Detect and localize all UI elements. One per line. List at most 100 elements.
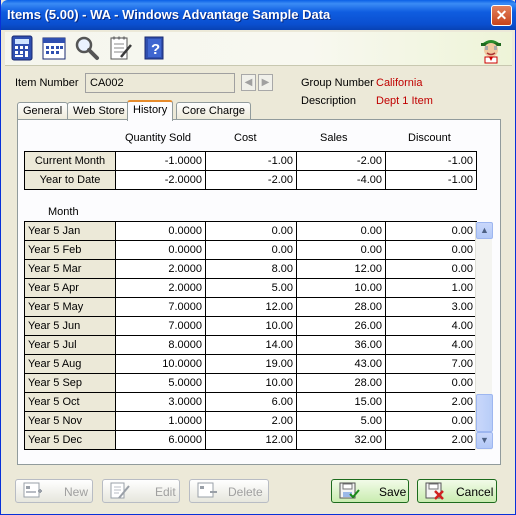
quantity-sold-cell[interactable]: 7.0000 (115, 297, 206, 317)
scroll-up-button[interactable]: ▲ (476, 222, 493, 239)
notepad-icon[interactable] (107, 35, 133, 61)
tab-web-store[interactable]: Web Store (67, 102, 131, 120)
cost-cell[interactable]: 6.00 (205, 392, 297, 412)
column-header-sales: Sales (320, 132, 348, 144)
quantity-sold-cell[interactable]: 0.0000 (115, 240, 206, 260)
scroll-thumb[interactable] (476, 394, 493, 432)
table-row: Current Month -1.0000 -1.00 -2.00 -1.00 (24, 151, 477, 171)
vertical-scrollbar[interactable]: ▲ ▼ (475, 222, 493, 450)
discount-cell[interactable]: -1.00 (385, 170, 477, 190)
cost-cell[interactable]: 10.00 (205, 316, 297, 336)
sales-cell[interactable]: 32.00 (296, 430, 386, 450)
calculator-icon[interactable] (9, 35, 35, 61)
quantity-sold-cell[interactable]: 8.0000 (115, 335, 206, 355)
quantity-sold-cell[interactable]: 2.0000 (115, 259, 206, 279)
sales-cell[interactable]: -2.00 (296, 151, 386, 171)
quantity-sold-cell[interactable]: 0.0000 (115, 221, 206, 241)
row-label: Year 5 Oct (24, 392, 116, 412)
svg-text:?: ? (151, 41, 160, 58)
discount-cell[interactable]: 2.00 (385, 430, 477, 450)
description-value: Dept 1 Item (376, 95, 433, 107)
window-title: Items (5.00) - WA - Windows Advantage Sa… (7, 7, 331, 22)
quantity-sold-cell[interactable]: 5.0000 (115, 373, 206, 393)
discount-cell[interactable]: 0.00 (385, 240, 477, 260)
sales-cell[interactable]: 0.00 (296, 240, 386, 260)
monthly-history-table: Year 5 Jan 0.0000 0.00 0.00 0.00 Year 5 Feb 0.… (24, 221, 477, 450)
discount-cell[interactable]: 2.00 (385, 392, 477, 412)
discount-cell[interactable]: 7.00 (385, 354, 477, 374)
cost-cell[interactable]: -1.00 (205, 151, 297, 171)
next-item-button[interactable]: ▶ (258, 74, 273, 91)
sales-cell[interactable]: 5.00 (296, 411, 386, 431)
tab-general[interactable]: General (17, 102, 69, 120)
cancel-button[interactable]: Cancel (417, 479, 497, 503)
cost-cell[interactable]: 0.00 (205, 240, 297, 260)
save-button[interactable]: Save (331, 479, 409, 503)
discount-cell[interactable]: 0.00 (385, 411, 477, 431)
item-number-field[interactable]: CA002 (85, 73, 235, 93)
row-label: Year 5 Nov (24, 411, 116, 431)
group-number-label: Group Number (301, 77, 374, 89)
table-row: Year 5 Apr 2.0000 5.00 10.00 1.00 (24, 278, 477, 298)
cost-cell[interactable]: -2.00 (205, 170, 297, 190)
sales-cell[interactable]: 36.00 (296, 335, 386, 355)
quantity-sold-cell[interactable]: 10.0000 (115, 354, 206, 374)
quantity-sold-cell[interactable]: -2.0000 (115, 170, 206, 190)
sales-cell[interactable]: 26.00 (296, 316, 386, 336)
save-button-label: Save (379, 485, 407, 499)
quantity-sold-cell[interactable]: 2.0000 (115, 278, 206, 298)
discount-cell[interactable]: 4.00 (385, 335, 477, 355)
new-button[interactable]: New (15, 479, 93, 503)
discount-cell[interactable]: 0.00 (385, 259, 477, 279)
delete-record-icon (197, 482, 217, 498)
table-row: Year 5 Sep 5.0000 10.00 28.00 0.00 (24, 373, 477, 393)
sales-cell[interactable]: 43.00 (296, 354, 386, 374)
tab-core-charge[interactable]: Core Charge (176, 102, 251, 120)
quantity-sold-cell[interactable]: 7.0000 (115, 316, 206, 336)
sales-cell[interactable]: 10.00 (296, 278, 386, 298)
cost-cell[interactable]: 12.00 (205, 297, 297, 317)
cost-cell[interactable]: 14.00 (205, 335, 297, 355)
cost-cell[interactable]: 19.00 (205, 354, 297, 374)
discount-cell[interactable]: -1.00 (385, 151, 477, 171)
quantity-sold-cell[interactable]: 1.0000 (115, 411, 206, 431)
magnifier-icon[interactable] (74, 35, 100, 61)
quantity-sold-cell[interactable]: 3.0000 (115, 392, 206, 412)
tab-history[interactable]: History (127, 100, 174, 121)
title-bar[interactable]: Items (5.00) - WA - Windows Advantage Sa… (1, 0, 516, 30)
cancel-button-label: Cancel (456, 485, 494, 499)
cost-cell[interactable]: 12.00 (205, 430, 297, 450)
discount-cell[interactable]: 4.00 (385, 316, 477, 336)
sales-cell[interactable]: 28.00 (296, 297, 386, 317)
sales-cell[interactable]: 28.00 (296, 373, 386, 393)
column-header-discount: Discount (408, 132, 451, 144)
quantity-sold-cell[interactable]: -1.0000 (115, 151, 206, 171)
edit-button[interactable]: Edit (102, 479, 180, 503)
cost-cell[interactable]: 0.00 (205, 221, 297, 241)
scroll-down-button[interactable]: ▼ (476, 432, 493, 449)
delete-button[interactable]: Delete (189, 479, 269, 503)
table-row: Year 5 Jan 0.0000 0.00 0.00 0.00 (24, 221, 477, 241)
row-label: Current Month (24, 151, 116, 171)
sales-cell[interactable]: 0.00 (296, 221, 386, 241)
table-row: Year 5 Mar 2.0000 8.00 12.00 0.00 (24, 259, 477, 279)
column-header-quantity-sold: Quantity Sold (125, 132, 192, 144)
discount-cell[interactable]: 1.00 (385, 278, 477, 298)
quantity-sold-cell[interactable]: 6.0000 (115, 430, 206, 450)
close-button[interactable]: ✕ (491, 5, 512, 26)
cost-cell[interactable]: 8.00 (205, 259, 297, 279)
help-book-icon[interactable]: ? (141, 35, 167, 61)
group-number-value: California (376, 77, 423, 89)
calendar-icon[interactable] (41, 35, 67, 61)
cost-cell[interactable]: 10.00 (205, 373, 297, 393)
previous-item-button[interactable]: ◀ (241, 74, 256, 91)
discount-cell[interactable]: 0.00 (385, 373, 477, 393)
discount-cell[interactable]: 3.00 (385, 297, 477, 317)
table-row: Year to Date -2.0000 -2.00 -4.00 -1.00 (24, 170, 477, 190)
sales-cell[interactable]: 15.00 (296, 392, 386, 412)
sales-cell[interactable]: 12.00 (296, 259, 386, 279)
discount-cell[interactable]: 0.00 (385, 221, 477, 241)
cost-cell[interactable]: 2.00 (205, 411, 297, 431)
sales-cell[interactable]: -4.00 (296, 170, 386, 190)
cost-cell[interactable]: 5.00 (205, 278, 297, 298)
